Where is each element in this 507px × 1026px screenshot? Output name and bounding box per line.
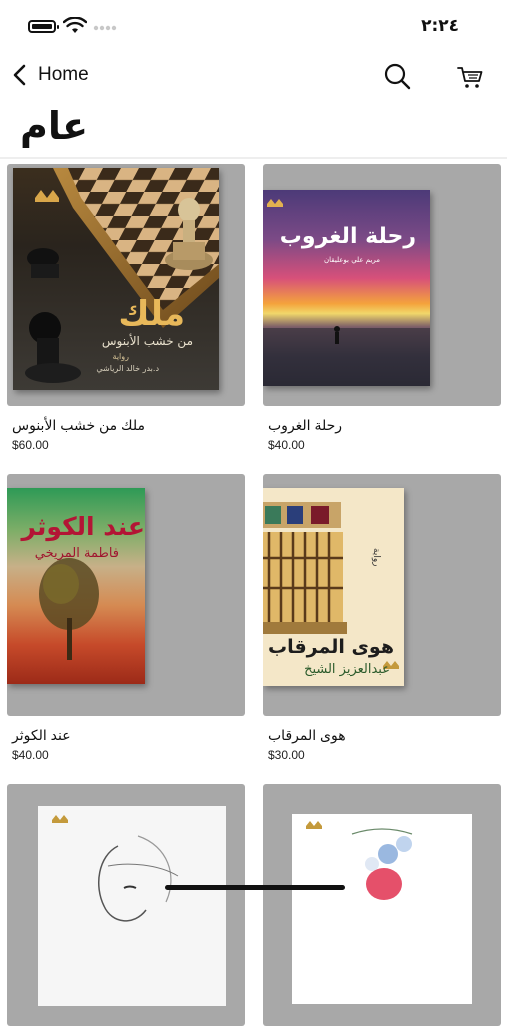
book-cover-art: هوى المرقاب عبدالعزيز الشيخ رواية	[263, 488, 404, 686]
product-title[interactable]: ملك من خشب الأبنوس	[12, 417, 145, 434]
product-price: $30.00	[268, 748, 305, 762]
product-card[interactable]	[263, 784, 501, 1026]
back-label: Home	[38, 64, 89, 85]
product-price: $60.00	[12, 438, 49, 452]
status-bar: ٢:٢٤	[0, 0, 507, 52]
book-cover[interactable]: عند الكوثر فاطمة المريخي	[7, 474, 245, 716]
cover-author: عبدالعزيز الشيخ	[304, 662, 390, 677]
cover-author: مريم علي بوعليقان	[324, 256, 380, 264]
book-cover[interactable]	[7, 784, 245, 1026]
book-cover[interactable]	[263, 784, 501, 1026]
product-price: $40.00	[268, 438, 305, 452]
book-cover[interactable]: رحلة الغروب مريم علي بوعليقان	[263, 164, 501, 406]
face-sketch-illustration	[52, 815, 179, 922]
cover-title: عند الكوثر	[21, 512, 145, 541]
book-cover-art: عند الكوثر فاطمة المريخي	[7, 488, 145, 684]
product-card[interactable]: ملك من خشب الأبنوس رواية د.بدر خالد الري…	[7, 164, 245, 452]
book-cover-art	[38, 806, 226, 1006]
cover-author: د.بدر خالد الرياشي	[96, 364, 159, 373]
search-icon[interactable]	[383, 62, 411, 90]
home-indicator	[165, 885, 345, 890]
page-title: عام	[20, 104, 89, 148]
wifi-icon	[63, 17, 87, 33]
cover-title: هوى المرقاب	[268, 636, 394, 658]
product-price: $40.00	[12, 748, 49, 762]
cover-side-text: رواية	[371, 548, 381, 567]
book-cover-art	[292, 814, 472, 1004]
status-time: ٢:٢٤	[421, 16, 459, 36]
chevron-left-icon	[13, 64, 26, 86]
cover-author: فاطمة المريخي	[34, 546, 119, 561]
battery-icon	[28, 20, 59, 33]
product-card[interactable]: رحلة الغروب مريم علي بوعليقان رحلة الغرو…	[263, 164, 501, 452]
book-cover-art: رحلة الغروب مريم علي بوعليقان	[263, 190, 430, 386]
product-title[interactable]: رحلة الغروب	[268, 417, 342, 434]
book-cover-art: ملك من خشب الأبنوس رواية د.بدر خالد الري…	[13, 168, 219, 390]
book-cover[interactable]: ملك من خشب الأبنوس رواية د.بدر خالد الري…	[7, 164, 245, 406]
product-card[interactable]	[7, 784, 245, 1026]
flowers-illustration	[306, 821, 413, 900]
cellular-signal-icon	[93, 25, 117, 31]
product-title[interactable]: عند الكوثر	[12, 727, 71, 744]
back-button[interactable]: Home	[10, 61, 89, 89]
product-title[interactable]: هوى المرقاب	[268, 727, 346, 744]
cover-title: رحلة الغروب	[279, 224, 416, 249]
divider	[0, 157, 507, 159]
cart-icon[interactable]	[457, 64, 483, 90]
cover-genre: رواية	[112, 352, 129, 361]
navigation-bar: Home	[0, 52, 507, 98]
cover-subtitle: من خشب الأبنوس	[101, 334, 193, 348]
book-cover[interactable]: هوى المرقاب عبدالعزيز الشيخ رواية	[263, 474, 501, 716]
product-card[interactable]: هوى المرقاب عبدالعزيز الشيخ رواية هوى ال…	[263, 474, 501, 762]
sunset-illustration	[263, 199, 430, 386]
product-card[interactable]: عند الكوثر فاطمة المريخي عند الكوثر $40.…	[7, 474, 245, 762]
cover-title: ملك	[118, 294, 185, 334]
